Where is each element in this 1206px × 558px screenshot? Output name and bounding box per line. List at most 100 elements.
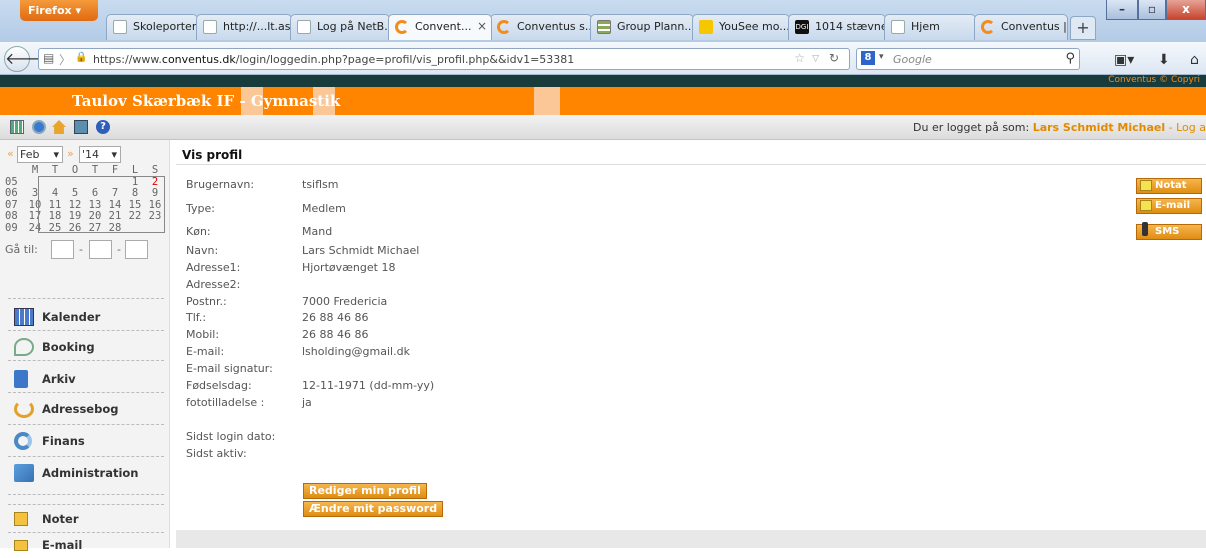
site-header: Taulov Skærbæk IF - Gymnastik: [0, 87, 1206, 115]
field-adresse1: Adresse1: Hjortøvænget 18: [186, 261, 396, 274]
conventus-icon: [981, 20, 995, 34]
conventus-icon: [497, 20, 511, 34]
site-identity-icon[interactable]: ▤: [43, 51, 54, 65]
browser-tab-bar: Firefox ▾ Skoleporten ... http://...lt.a…: [0, 0, 1206, 42]
divider: [8, 392, 164, 393]
addressbook-icon: [14, 400, 34, 418]
computer-icon[interactable]: [74, 120, 88, 134]
booking-icon: [14, 338, 34, 356]
divider: [8, 456, 164, 457]
lock-icon: 🔒: [75, 52, 88, 63]
url-bar[interactable]: ▤ 〉 🔒 https://www.conventus.dk/login/log…: [38, 48, 850, 70]
page-icon: [113, 20, 127, 34]
change-password-button[interactable]: Ændre mit password: [303, 501, 444, 517]
tab-label: Log på NetB...: [317, 20, 390, 33]
field-tlf: Tlf.: 26 88 46 86: [186, 311, 369, 324]
tab-skoleporten[interactable]: Skoleporten ...: [106, 14, 198, 40]
footer-bar: [176, 530, 1206, 548]
divider: [8, 532, 164, 533]
note-button[interactable]: Notat: [1136, 178, 1202, 194]
minimize-button[interactable]: –: [1106, 0, 1138, 20]
search-box[interactable]: 8 ▾ Google ⚲: [856, 48, 1080, 70]
divider: [8, 330, 164, 331]
help-icon[interactable]: ?: [96, 120, 110, 134]
sidebar: « Feb ▾ » '14 ▾ MTOTFLS 05 12 06 3456789…: [0, 140, 170, 552]
tab-conventus-2[interactable]: Conventus | ...: [974, 14, 1068, 40]
home-icon[interactable]: [52, 120, 66, 134]
tab-yousee[interactable]: YouSee mo...: [692, 14, 790, 40]
weekday-row: MTOTFLS: [31, 164, 159, 176]
administration-icon: [14, 464, 34, 482]
phone-icon: [1142, 222, 1148, 236]
field-foedselsdag: Fødselsdag: 12-11-1971 (dd-mm-yy): [186, 379, 435, 392]
field-email-signatur: E-mail signatur:: [186, 362, 273, 375]
finance-icon: [14, 432, 32, 450]
dgi-icon: DGI: [795, 20, 809, 34]
month-select[interactable]: Feb ▾: [17, 146, 63, 163]
tab-conventus-active[interactable]: Convent... ×: [388, 14, 492, 40]
notes-icon: [1140, 180, 1152, 191]
tab-label: 1014 stævne...: [815, 20, 885, 33]
field-navn: Navn: Lars Schmidt Michael: [186, 244, 420, 257]
calendar-prev-arrow[interactable]: «: [7, 147, 14, 160]
page-title: Vis profil: [176, 145, 1206, 165]
page-icon: [891, 20, 905, 34]
google-icon[interactable]: 8: [861, 51, 875, 65]
tab-conventus-s[interactable]: Conventus s...: [490, 14, 592, 40]
divider: [8, 424, 164, 425]
page-icon: [297, 20, 311, 34]
sms-button[interactable]: SMS: [1136, 222, 1202, 240]
download-icon[interactable]: ⬇: [1158, 52, 1170, 68]
reload-icon[interactable]: ↻: [829, 51, 839, 65]
firefox-menu-label: Firefox: [28, 4, 72, 17]
home-icon[interactable]: ⌂: [1190, 52, 1199, 68]
tab-http[interactable]: http://...lt.asp: [196, 14, 292, 40]
tab-label: Conventus | ...: [1001, 20, 1067, 33]
tab-close-icon[interactable]: ×: [477, 19, 487, 33]
login-info: Du er logget på som: Lars Schmidt Michae…: [913, 121, 1206, 134]
header-decoration: [534, 87, 560, 115]
chevron-down-icon[interactable]: ▾: [879, 52, 884, 62]
tab-dgi[interactable]: DGI 1014 stævne...: [788, 14, 886, 40]
site-title: Taulov Skærbæk IF - Gymnastik: [72, 92, 341, 110]
history-dropdown-icon[interactable]: ▽: [812, 54, 819, 64]
field-postnr: Postnr.: 7000 Fredericia: [186, 295, 388, 308]
globe-icon[interactable]: [32, 120, 46, 134]
tab-group-planner[interactable]: Group Plann...: [590, 14, 694, 40]
goto-separator: -: [117, 243, 121, 256]
tab-netbank[interactable]: Log på NetB...: [290, 14, 390, 40]
email-button[interactable]: E-mail: [1136, 198, 1202, 214]
main-content: Vis profil Brugernavn: tsiflsm Type: Medle…: [176, 145, 1206, 530]
close-window-button[interactable]: x: [1166, 0, 1206, 20]
goto-separator: -: [79, 243, 83, 256]
divider: [8, 360, 164, 361]
field-email: E-mail: lsholding@gmail.dk: [186, 345, 410, 358]
calendar-header: « Feb ▾ » '14 ▾: [5, 146, 165, 164]
maximize-button[interactable]: ▫: [1138, 0, 1166, 20]
search-icon[interactable]: ⚲: [1065, 51, 1075, 66]
search-placeholder: Google: [893, 53, 932, 66]
tab-label: http://...lt.asp: [223, 20, 292, 33]
field-sidst-login: Sidst login dato:: [186, 430, 276, 443]
year-select[interactable]: '14 ▾: [79, 146, 121, 163]
site-toolbar: ? Du er logget på som: Lars Schmidt Mich…: [0, 115, 1206, 140]
login-prefix: Du er logget på som:: [913, 121, 1033, 134]
goto-year-input[interactable]: [125, 240, 148, 259]
calendar-next-arrow[interactable]: »: [67, 147, 74, 160]
tab-hjem[interactable]: Hjem: [884, 14, 976, 40]
logout-link[interactable]: - Log a: [1165, 121, 1206, 134]
archive-icon: [14, 370, 28, 388]
bookmark-star-icon[interactable]: ☆: [794, 51, 805, 65]
calendar-grid-icon[interactable]: [10, 120, 24, 134]
edit-profile-button[interactable]: Rediger min profil: [303, 483, 427, 499]
goto-day-input[interactable]: [51, 240, 74, 259]
firefox-menu-button[interactable]: Firefox ▾: [20, 0, 98, 21]
back-button[interactable]: 🡐: [4, 46, 48, 72]
top-strip: Conventus © Copyri: [0, 75, 1206, 87]
goto-month-input[interactable]: [89, 240, 112, 259]
field-mobil: Mobil: 26 88 46 86: [186, 328, 369, 341]
tab-label: Conventus s...: [517, 20, 592, 33]
bookmarks-icon[interactable]: ▣▾: [1114, 52, 1134, 68]
logged-in-user-link[interactable]: Lars Schmidt Michael: [1033, 121, 1165, 134]
new-tab-button[interactable]: +: [1070, 16, 1096, 40]
